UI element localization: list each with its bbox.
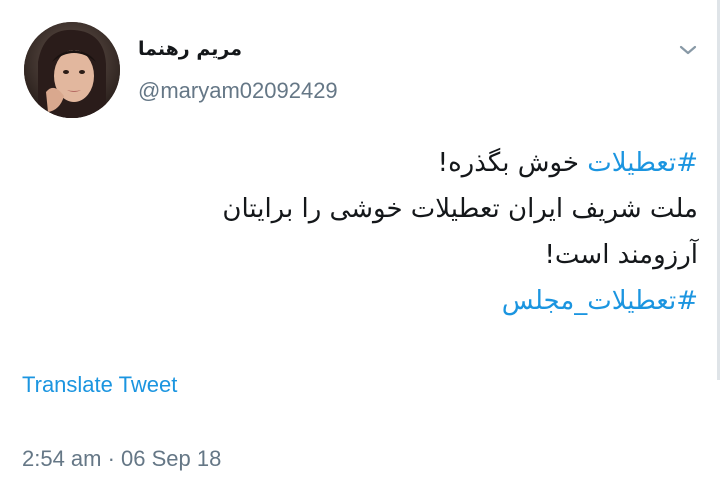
tweet-line-2: ملت شریف ایران تعطیلات خوشی را برایتان — [222, 194, 698, 224]
tweet-text-segment: خوش بگذره! — [437, 148, 588, 178]
avatar[interactable] — [24, 22, 120, 118]
translate-tweet-link[interactable]: Translate Tweet — [22, 372, 177, 398]
profile-photo-icon — [24, 22, 120, 118]
user-handle[interactable]: @maryam02092429 — [138, 78, 338, 104]
tweet-card: مریم رهنما @maryam02092429 #تعطیلات خوش … — [0, 0, 720, 488]
tweet-text: #تعطیلات خوش بگذره! ملت شریف ایران تعطیل… — [58, 140, 698, 324]
tweet-line-4: #تعطیلات_مجلس — [58, 278, 698, 324]
tweet-timestamp[interactable]: 2:54 am · 06 Sep 18 — [22, 446, 221, 472]
chevron-down-icon — [679, 45, 697, 55]
hashtag-link[interactable]: #تعطیلات_مجلس — [502, 286, 698, 316]
tweet-menu-button[interactable] — [676, 38, 700, 62]
hashtag-link[interactable]: #تعطیلات — [587, 148, 698, 178]
tweet-line-1: #تعطیلات خوش بگذره! — [58, 140, 698, 186]
display-name[interactable]: مریم رهنما — [138, 38, 242, 60]
tweet-line-3: آرزومند است! — [544, 240, 698, 270]
